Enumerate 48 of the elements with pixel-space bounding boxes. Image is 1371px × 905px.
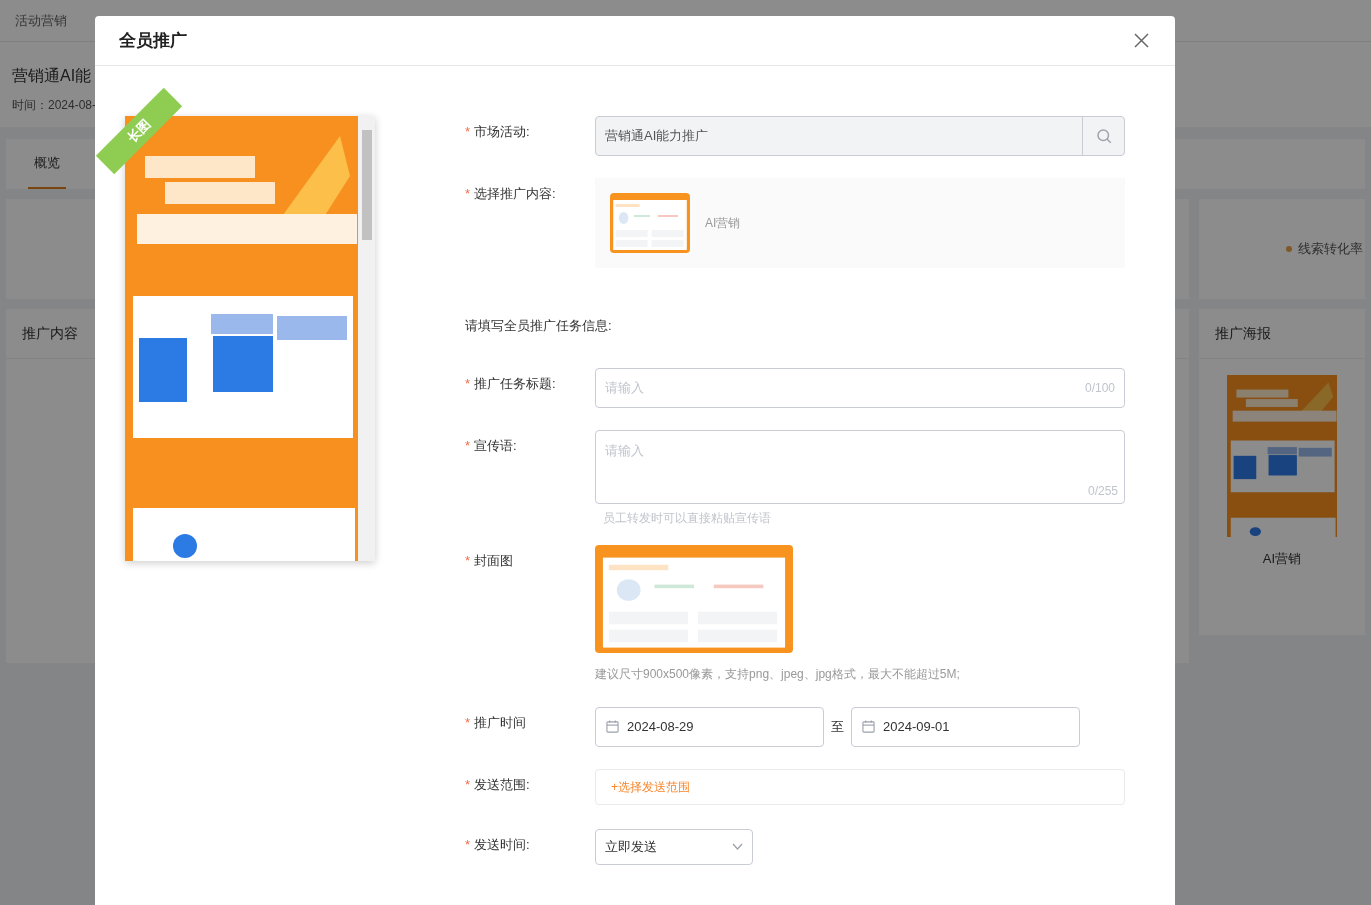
calendar-icon (862, 720, 875, 733)
dialog-title: 全员推广 (119, 29, 187, 52)
required-mark: * (465, 185, 471, 203)
field-label: 宣传语: (474, 436, 517, 455)
range-separator: 至 (831, 717, 844, 736)
panel-title: 推广内容 (22, 324, 78, 343)
date-value: 2024-08-29 (627, 717, 694, 736)
field-hint: 员工转发时可以直接粘贴宣传语 (603, 509, 772, 527)
calendar-icon (606, 720, 619, 733)
time-text: 时间：2024-08- (12, 97, 98, 114)
field-label: 发送范围: (474, 775, 530, 794)
content-card[interactable]: AI营销 (595, 178, 1125, 268)
chevron-down-icon (732, 843, 743, 850)
required-mark: * (465, 835, 471, 854)
char-counter: 0/100 (1084, 379, 1115, 397)
required-mark: * (465, 775, 471, 794)
content-title: AI营销 (705, 215, 741, 232)
scrollbar[interactable] (358, 116, 375, 561)
field-label: 封面图 (474, 551, 514, 570)
panel-title: 推广海报 (1215, 324, 1271, 343)
required-mark: * (465, 123, 471, 141)
legend-label: 线索转化率 (1298, 240, 1363, 259)
start-date-field[interactable]: 2024-08-29 (595, 706, 824, 747)
char-counter: 0/255 (1087, 482, 1118, 500)
end-date-field[interactable]: 2024-09-01 (851, 706, 1080, 747)
required-mark: * (465, 436, 471, 455)
page-title: 营销通AI能 (12, 66, 93, 86)
tab[interactable]: 概览 (28, 139, 66, 189)
breadcrumb-item[interactable]: 活动营销 (15, 10, 67, 31)
poster-caption: AI营销 (1262, 550, 1302, 568)
send-time-select[interactable]: 立即发送 (595, 828, 753, 865)
section-title: 请填写全员推广任务信息: (465, 317, 613, 335)
date-value: 2024-09-01 (883, 717, 950, 736)
required-mark: * (465, 713, 471, 732)
field-label: 市场活动: (474, 123, 530, 141)
required-mark: * (465, 374, 471, 393)
field-label: 发送时间: (474, 835, 530, 854)
field-label: 推广时间 (474, 713, 527, 732)
placeholder-text: 请输入 (605, 442, 644, 458)
activity-field[interactable]: 营销通AI能力推广 (595, 116, 1125, 156)
close-icon (1133, 33, 1149, 48)
required-mark: * (465, 551, 471, 570)
title-input[interactable]: 请输入 (605, 377, 1085, 398)
field-hint: 建议尺寸900x500像素，支持png、jpeg、jpg格式，最大不能超过5M; (595, 665, 960, 683)
field-value: 营销通AI能力推广 (604, 127, 710, 146)
field-label: 选择推广内容: (474, 185, 556, 203)
field-label: 推广任务标题: (474, 374, 556, 393)
search-icon (1094, 127, 1113, 145)
